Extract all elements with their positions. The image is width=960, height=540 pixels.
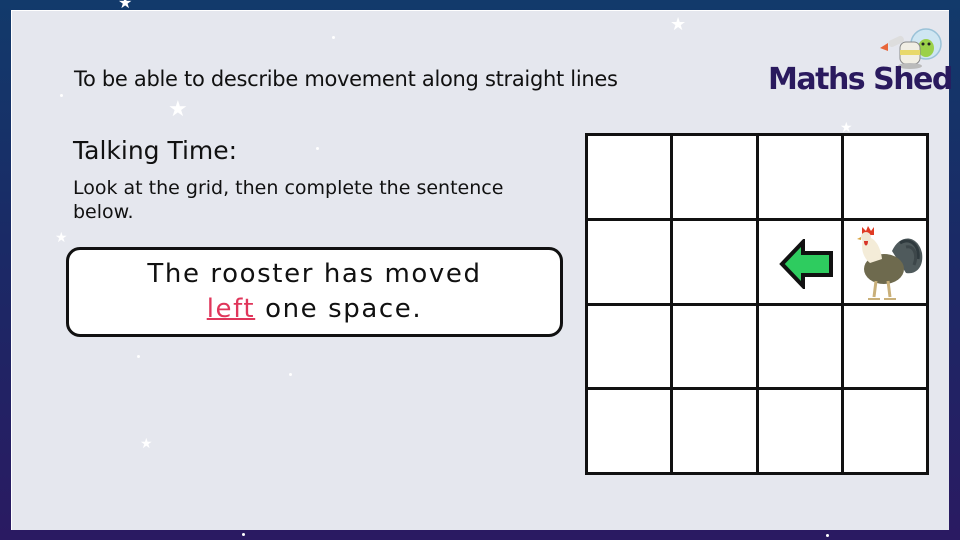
star-dot bbox=[316, 147, 319, 150]
star-dot bbox=[242, 533, 245, 536]
star-icon: ★ bbox=[168, 96, 188, 121]
grid-cell bbox=[843, 390, 926, 472]
rooster-icon bbox=[856, 225, 923, 300]
brand-logo: Maths Shed bbox=[768, 62, 953, 97]
grid-cell bbox=[673, 305, 756, 388]
sentence-line-2: left one space. bbox=[207, 292, 423, 327]
grid-cell bbox=[843, 305, 926, 388]
sentence-rest: one space. bbox=[255, 294, 423, 324]
star-icon: ★ bbox=[670, 14, 687, 34]
star-icon: ★ bbox=[140, 435, 153, 451]
grid-cell bbox=[588, 136, 671, 218]
grid-cell bbox=[588, 390, 671, 472]
grid-cell bbox=[673, 220, 756, 303]
grid-cell bbox=[758, 305, 841, 388]
star-dot bbox=[826, 534, 829, 537]
sentence-box: The rooster has moved left one space. bbox=[66, 247, 563, 337]
grid-cell bbox=[758, 390, 841, 472]
answer-word: left bbox=[206, 294, 256, 324]
star-icon: ★ bbox=[55, 229, 68, 245]
grid-cell bbox=[758, 136, 841, 218]
movement-grid bbox=[585, 133, 929, 475]
section-title: Talking Time: bbox=[73, 136, 238, 165]
sentence-line-1: The rooster has moved bbox=[147, 259, 482, 289]
grid-cell bbox=[588, 220, 671, 303]
grid-cell bbox=[843, 136, 926, 218]
grid-cell bbox=[843, 220, 926, 303]
arrow-left-icon bbox=[778, 238, 833, 289]
grid-cell bbox=[673, 136, 756, 218]
grid-cell bbox=[758, 220, 841, 303]
star-dot bbox=[332, 36, 335, 39]
star-dot bbox=[137, 355, 140, 358]
star-dot bbox=[60, 94, 63, 97]
grid-cell bbox=[588, 305, 671, 388]
instruction-text: Look at the grid, then complete the sent… bbox=[73, 177, 504, 223]
star-dot bbox=[289, 373, 292, 376]
grid-cell bbox=[673, 390, 756, 472]
star-icon: ★ bbox=[118, 0, 133, 12]
learning-objective: To be able to describe movement along st… bbox=[74, 67, 618, 91]
star-icon: ★ bbox=[840, 119, 853, 135]
